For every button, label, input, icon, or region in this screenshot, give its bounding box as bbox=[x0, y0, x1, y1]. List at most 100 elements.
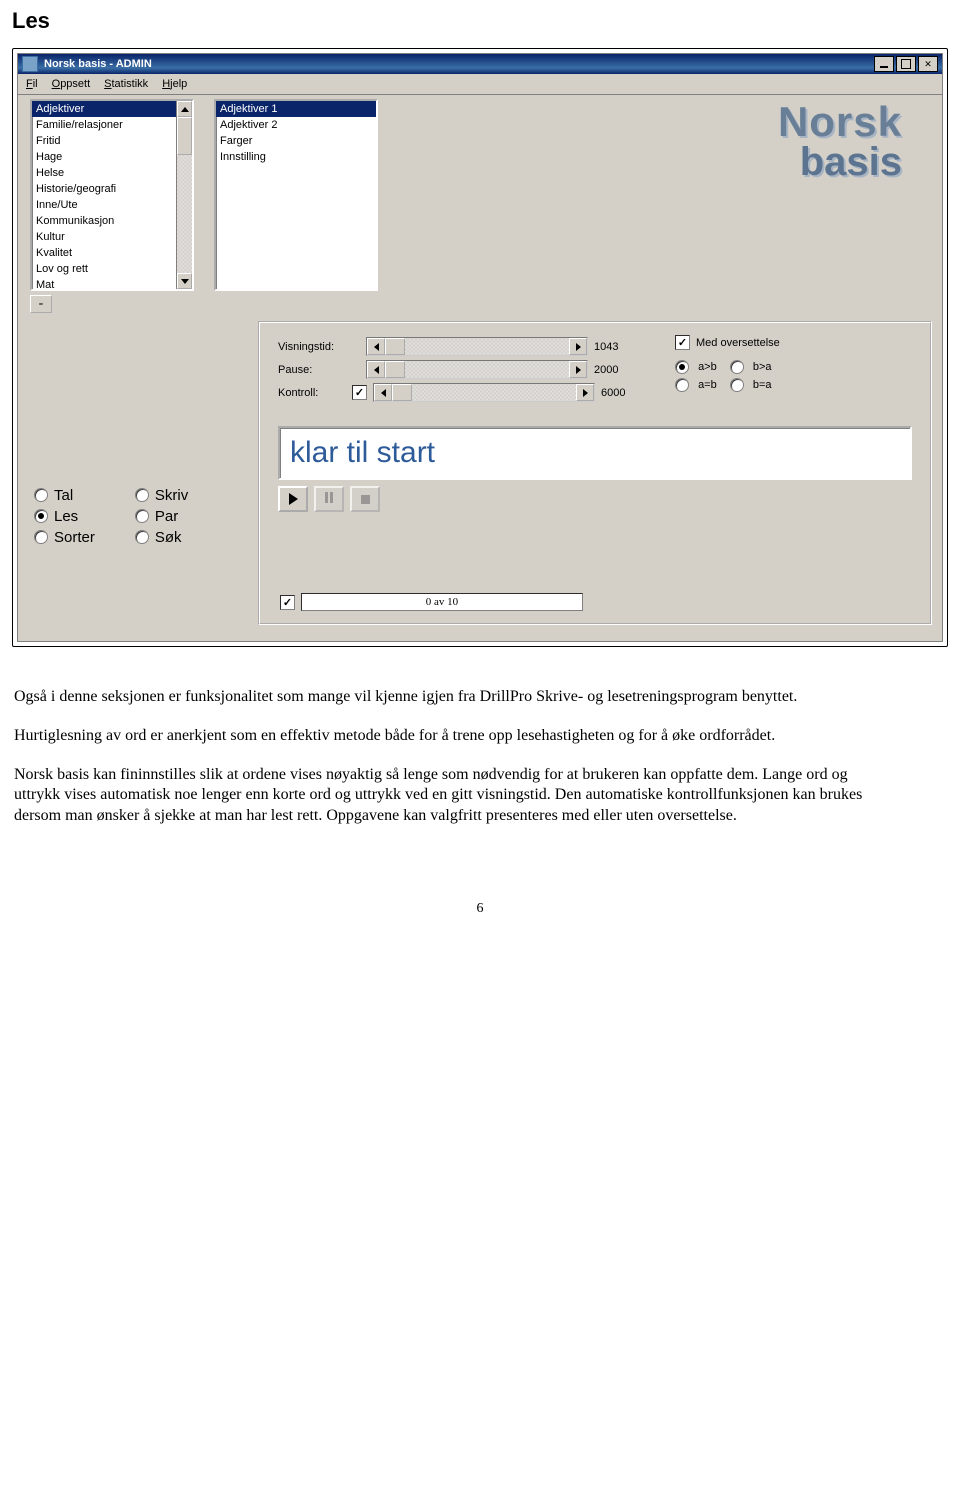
product-logo: Norsk basis bbox=[778, 101, 902, 181]
app-icon bbox=[22, 56, 38, 72]
stop-icon bbox=[361, 495, 370, 504]
close-button[interactable]: ✕ bbox=[918, 56, 938, 72]
list-item[interactable]: Helse bbox=[32, 165, 192, 181]
screenshot-frame: Norsk basis - ADMIN ✕ Fil Oppsett Statis… bbox=[12, 48, 948, 647]
chevron-up-icon bbox=[181, 107, 189, 112]
list-item[interactable]: Kommunikasjon bbox=[32, 213, 192, 229]
mode-radio-tal[interactable] bbox=[34, 488, 48, 502]
client-area: Adjektiver Familie/relasjoner Fritid Hag… bbox=[18, 95, 942, 641]
list-item[interactable]: Familie/relasjoner bbox=[32, 117, 192, 133]
chevron-right-icon bbox=[583, 389, 588, 397]
mode-radio-skriv[interactable] bbox=[135, 488, 149, 502]
chevron-right-icon bbox=[576, 366, 581, 374]
window-titlebar: Norsk basis - ADMIN ✕ bbox=[18, 54, 942, 74]
menu-fil[interactable]: Fil bbox=[26, 78, 38, 90]
maximize-button[interactable] bbox=[896, 56, 916, 72]
pause-button[interactable] bbox=[314, 486, 344, 512]
list-item[interactable]: Fritid bbox=[32, 133, 192, 149]
kontroll-value: 6000 bbox=[601, 387, 645, 399]
list-item[interactable]: Adjektiver 1 bbox=[216, 101, 376, 117]
chevron-left-icon bbox=[374, 366, 379, 374]
order-label: b>a bbox=[753, 361, 772, 373]
order-label: b=a bbox=[753, 379, 772, 391]
mode-label: Skriv bbox=[155, 487, 188, 504]
menu-hjelp[interactable]: Hjelp bbox=[162, 78, 187, 90]
menubar: Fil Oppsett Statistikk Hjelp bbox=[18, 74, 942, 95]
list-item[interactable]: Hage bbox=[32, 149, 192, 165]
list-item[interactable]: Kvalitet bbox=[32, 245, 192, 261]
list-item[interactable]: Farger bbox=[216, 133, 376, 149]
document-body: Også i denne seksjonen er funksjonalitet… bbox=[12, 647, 904, 827]
order-label: a=b bbox=[698, 379, 717, 391]
visningstid-value: 1043 bbox=[594, 341, 638, 353]
mode-label: Les bbox=[54, 508, 78, 525]
menu-oppsett[interactable]: Oppsett bbox=[52, 78, 91, 90]
scroll-thumb[interactable] bbox=[177, 117, 192, 155]
logo-line2: basis bbox=[778, 143, 902, 181]
mode-radio-les[interactable] bbox=[34, 509, 48, 523]
list-item[interactable]: Historie/geografi bbox=[32, 181, 192, 197]
list-item[interactable]: Adjektiver 2 bbox=[216, 117, 376, 133]
minimize-icon bbox=[880, 66, 888, 68]
app-window: Norsk basis - ADMIN ✕ Fil Oppsett Statis… bbox=[17, 53, 943, 642]
visningstid-slider[interactable] bbox=[366, 337, 588, 356]
scroll-up-button[interactable] bbox=[177, 101, 192, 117]
pause-value: 2000 bbox=[594, 364, 638, 376]
mode-label: Par bbox=[155, 508, 178, 525]
visningstid-label: Visningstid: bbox=[278, 341, 352, 353]
chevron-right-icon bbox=[576, 343, 581, 351]
list-item[interactable]: Adjektiver bbox=[32, 101, 192, 117]
maximize-icon bbox=[901, 59, 911, 69]
kontroll-checkbox[interactable] bbox=[352, 385, 367, 400]
list-item[interactable]: Kultur bbox=[32, 229, 192, 245]
order-radio-ab-eq[interactable] bbox=[675, 378, 689, 392]
chevron-down-icon bbox=[181, 279, 189, 284]
collapse-button[interactable]: - bbox=[30, 295, 52, 313]
med-oversettelse-checkbox[interactable] bbox=[675, 335, 690, 350]
list-item[interactable]: Innstilling bbox=[216, 149, 376, 165]
list-item[interactable]: Inne/Ute bbox=[32, 197, 192, 213]
order-radio-ba-gt[interactable] bbox=[730, 360, 744, 374]
mode-label: Søk bbox=[155, 529, 182, 546]
order-radio-ab-gt[interactable] bbox=[675, 360, 689, 374]
mode-radio-par[interactable] bbox=[135, 509, 149, 523]
progress-checkbox[interactable] bbox=[280, 595, 295, 610]
list-item[interactable]: Mat bbox=[32, 277, 192, 291]
body-paragraph: Hurtiglesning av ord er anerkjent som en… bbox=[14, 726, 894, 747]
chevron-left-icon bbox=[374, 343, 379, 351]
window-title: Norsk basis - ADMIN bbox=[44, 58, 872, 70]
logo-line1: Norsk bbox=[778, 101, 902, 143]
kontroll-label: Kontroll: bbox=[278, 387, 352, 399]
listbox-scrollbar[interactable] bbox=[176, 101, 192, 289]
pause-label: Pause: bbox=[278, 364, 352, 376]
play-icon bbox=[289, 493, 298, 505]
order-radio-ba-eq[interactable] bbox=[730, 378, 744, 392]
order-label: a>b bbox=[698, 361, 717, 373]
mode-radio-sorter[interactable] bbox=[34, 530, 48, 544]
progress-bar: 0 av 10 bbox=[301, 593, 583, 611]
subcategory-listbox[interactable]: Adjektiver 1 Adjektiver 2 Farger Innstil… bbox=[214, 99, 378, 291]
scroll-down-button[interactable] bbox=[177, 273, 192, 289]
exercise-panel: Visningstid: 1043 Pause: bbox=[258, 321, 932, 625]
category-listbox[interactable]: Adjektiver Familie/relasjoner Fritid Hag… bbox=[30, 99, 194, 291]
mode-selector: Tal Les Sorter Skriv Par Søk bbox=[34, 485, 188, 548]
pause-slider[interactable] bbox=[366, 360, 588, 379]
mode-label: Sorter bbox=[54, 529, 95, 546]
chevron-left-icon bbox=[381, 389, 386, 397]
mode-radio-sok[interactable] bbox=[135, 530, 149, 544]
stop-button[interactable] bbox=[350, 486, 380, 512]
section-title: Les bbox=[12, 8, 948, 34]
progress-text: 0 av 10 bbox=[302, 594, 582, 610]
body-paragraph: Norsk basis kan fininnstilles slik at or… bbox=[14, 765, 894, 827]
pause-icon bbox=[324, 492, 334, 506]
list-item[interactable]: Lov og rett bbox=[32, 261, 192, 277]
minimize-button[interactable] bbox=[874, 56, 894, 72]
kontroll-slider[interactable] bbox=[373, 383, 595, 402]
med-oversettelse-label: Med oversettelse bbox=[696, 337, 780, 349]
play-button[interactable] bbox=[278, 486, 308, 512]
page-number: 6 bbox=[12, 845, 948, 917]
mode-label: Tal bbox=[54, 487, 73, 504]
display-field: klar til start bbox=[278, 426, 912, 480]
body-paragraph: Også i denne seksjonen er funksjonalitet… bbox=[14, 687, 894, 708]
menu-statistikk[interactable]: Statistikk bbox=[104, 78, 148, 90]
